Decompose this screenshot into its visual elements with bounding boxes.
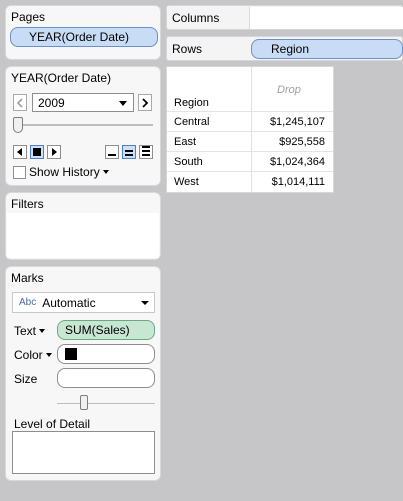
- chevron-left-icon: [16, 97, 23, 108]
- pages-card: Pages YEAR(Order Date): [5, 5, 161, 60]
- speed-fast-icon-bar-mid: [142, 150, 150, 152]
- sales-cell: $1,024,364: [269, 156, 325, 168]
- speed-medium-icon: [125, 154, 133, 156]
- text-pill-sum-sales[interactable]: SUM(Sales): [57, 320, 155, 340]
- size-field[interactable]: [57, 368, 155, 388]
- size-slider-thumb[interactable]: [79, 395, 88, 410]
- sales-cell: $1,014,111: [271, 176, 325, 188]
- speed-fast-icon-bar-top: [142, 146, 150, 148]
- sales-cell: $925,558: [279, 136, 325, 148]
- play-backward-icon: [17, 148, 22, 156]
- column-drop-placeholder[interactable]: Drop: [277, 84, 301, 96]
- text-property-label: Text: [14, 324, 37, 338]
- table-row[interactable]: West $1,014,111: [167, 171, 333, 191]
- pages-title: Pages: [11, 10, 46, 24]
- caret-down-icon: [102, 170, 109, 174]
- show-history-label: Show History: [29, 165, 100, 179]
- filters-card: Filters: [5, 192, 161, 260]
- chevron-down-icon: [119, 101, 127, 106]
- play-backward-button[interactable]: [13, 145, 27, 159]
- color-property-label: Color: [14, 348, 43, 362]
- columns-drop-area[interactable]: [249, 7, 403, 29]
- speed-medium-button[interactable]: [122, 145, 136, 159]
- level-of-detail-drop-area[interactable]: [12, 431, 155, 474]
- speed-slow-button[interactable]: [105, 145, 119, 159]
- rows-pill-label: Region: [271, 42, 310, 56]
- play-forward-button[interactable]: [47, 145, 61, 159]
- color-field[interactable]: [57, 344, 155, 364]
- next-page-button[interactable]: [138, 94, 152, 111]
- year-select[interactable]: 2009: [32, 93, 134, 112]
- chevron-down-icon: [141, 301, 149, 305]
- marks-title: Marks: [11, 271, 44, 285]
- speed-fast-icon: [142, 154, 150, 156]
- size-slider-track[interactable]: [57, 403, 155, 404]
- text-mark-icon: Abc: [19, 297, 37, 308]
- previous-page-button[interactable]: [13, 94, 27, 111]
- stop-button[interactable]: [30, 145, 44, 159]
- year-select-value: 2009: [38, 95, 65, 110]
- show-history-checkbox[interactable]: [13, 166, 26, 179]
- chevron-right-icon: [142, 97, 149, 108]
- table-row[interactable]: South $1,024,364: [167, 151, 333, 171]
- speed-fast-button[interactable]: [139, 145, 153, 159]
- pages-pill-label: YEAR(Order Date): [29, 30, 130, 44]
- show-history-dropdown[interactable]: Show History: [29, 165, 109, 179]
- region-cell: Central: [174, 116, 210, 128]
- table-header: Region Drop: [167, 67, 333, 192]
- table-row[interactable]: East $925,558: [167, 131, 333, 151]
- page-slider-track[interactable]: [13, 124, 153, 126]
- table-row[interactable]: Central $1,245,107: [167, 111, 333, 131]
- region-cell: West: [174, 176, 199, 188]
- rows-label: Rows: [172, 42, 203, 56]
- mark-type-select[interactable]: Abc Automatic: [12, 292, 155, 313]
- region-cell: South: [174, 156, 203, 168]
- size-property-label: Size: [14, 372, 38, 386]
- columns-label: Columns: [172, 11, 220, 25]
- filters-drop-area[interactable]: [7, 213, 159, 258]
- text-property-dropdown[interactable]: Text: [14, 324, 46, 338]
- mark-type-value: Automatic: [42, 295, 96, 310]
- text-pill-label: SUM(Sales): [65, 323, 130, 337]
- page-filter-title: YEAR(Order Date): [11, 71, 112, 85]
- rows-shelf: Rows Region: [166, 36, 403, 61]
- level-of-detail-label: Level of Detail: [14, 417, 91, 431]
- filters-title: Filters: [11, 197, 44, 211]
- sales-cell: $1,245,107: [269, 116, 325, 128]
- row-header-region: Region: [174, 97, 209, 109]
- caret-down-icon: [45, 353, 52, 357]
- stop-icon: [33, 148, 41, 156]
- pages-pill-year-order-date[interactable]: YEAR(Order Date): [10, 27, 158, 47]
- color-property-dropdown[interactable]: Color: [14, 348, 52, 362]
- data-table: Region Drop Central $1,245,107 East $925…: [166, 66, 334, 193]
- color-swatch: [65, 348, 77, 360]
- rows-pill-region[interactable]: Region: [251, 39, 403, 59]
- play-forward-icon: [52, 148, 57, 156]
- columns-shelf: Columns: [166, 5, 403, 30]
- page-filter-card: YEAR(Order Date) 2009 Show History: [5, 66, 161, 186]
- marks-card: Marks Abc Automatic Text SUM(Sales) Colo…: [5, 266, 161, 481]
- speed-medium-icon-bar: [125, 150, 133, 152]
- region-cell: East: [174, 136, 197, 148]
- page-slider-thumb[interactable]: [13, 117, 23, 133]
- caret-down-icon: [39, 329, 46, 333]
- speed-slow-icon: [108, 154, 116, 156]
